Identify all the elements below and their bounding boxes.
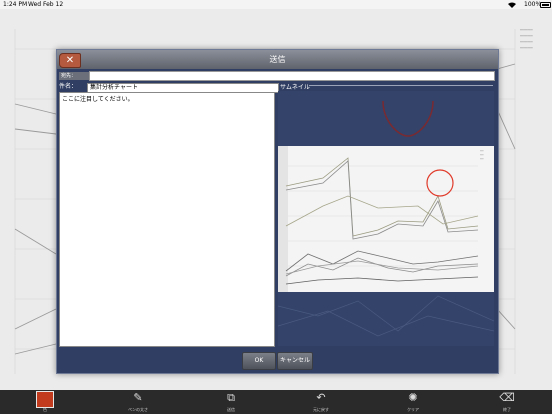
svg-text:━━━━━━━: ━━━━━━━ [519,28,533,32]
send-dialog: ✕ 送信 宛先： 件名： 集計分析チャート ここに注目してください。 サムネイル [56,49,499,374]
undo-button[interactable]: ↶ 元に戻す [306,390,336,414]
thumbnail-image: ━━━━━━ [278,146,494,292]
destination-label: 宛先： [59,72,89,80]
status-date: Wed Feb 12 [28,1,64,8]
clear-button[interactable]: ✺ クリア [398,390,428,414]
color-label: 色 [43,407,47,412]
svg-text:━━: ━━ [479,157,484,161]
pen-icon: ✎ [133,391,143,404]
undo-label: 元に戻す [313,407,329,412]
clear-label: クリア [407,407,419,412]
dialog-title: 送信 [269,55,286,64]
status-bar: 1:24 PM Wed Feb 12 100% [0,0,552,9]
send-label: 送信 [227,407,235,412]
destination-input[interactable] [89,71,495,81]
dialog-titlebar: ✕ 送信 [57,50,498,69]
send-button[interactable]: ⧉ 送信 [216,390,246,414]
thumbnail-label: サムネイル [280,84,310,91]
battery-icon [540,2,551,8]
pen-width-button[interactable]: ✎ ペンの太さ [120,390,156,414]
undo-icon: ↶ [316,391,326,404]
color-button[interactable]: 色 [30,390,60,414]
battery-percent: 100% [524,1,542,8]
exit-button[interactable]: ⌫ 終了 [492,390,522,414]
exit-label: 終了 [503,407,511,412]
svg-text:━━━━━━━: ━━━━━━━ [519,40,533,44]
color-swatch [36,391,54,408]
svg-text:━━━━━━━: ━━━━━━━ [519,46,533,50]
exit-icon: ⌫ [499,391,515,404]
svg-text:━━━━━━━: ━━━━━━━ [519,34,533,38]
bottom-toolbar: 色 ✎ ペンの太さ ⧉ 送信 ↶ 元に戻す ✺ クリア ⌫ 終了 [0,390,552,414]
ok-button[interactable]: OK [242,352,276,370]
subject-label: 件名： [59,83,78,90]
pen-width-label: ペンの太さ [128,407,148,412]
message-body-textarea[interactable]: ここに注目してください。 [59,92,275,347]
send-icon: ⧉ [227,391,235,404]
cancel-button[interactable]: キャンセル [277,352,313,370]
thumbnail-divider [309,85,493,86]
status-time: 1:24 PM [3,1,28,8]
clear-icon: ✺ [408,391,418,404]
